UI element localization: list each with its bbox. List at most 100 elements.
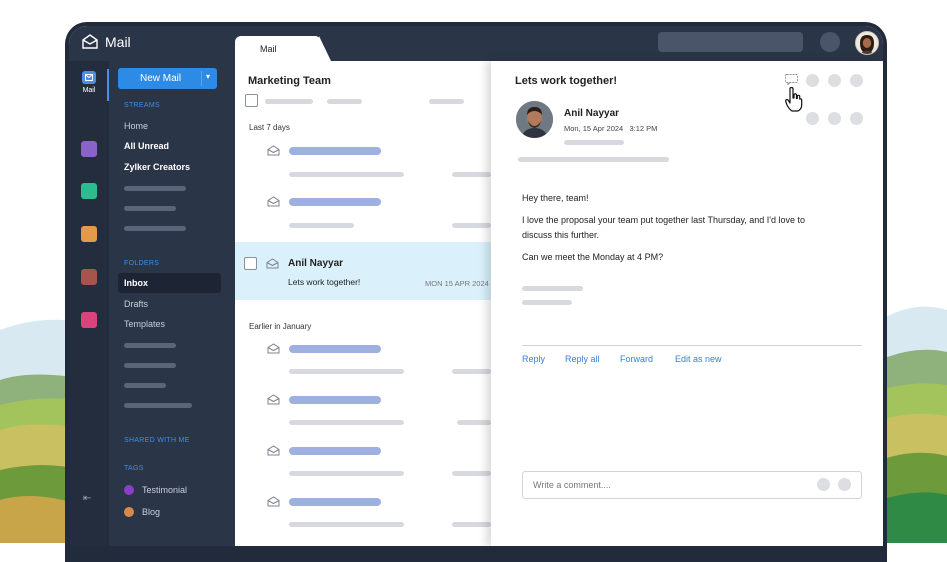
hand-cursor-icon <box>785 87 803 112</box>
reader-action-icon[interactable] <box>850 112 863 125</box>
actions-divider <box>522 345 862 346</box>
envelope-open-icon <box>267 343 280 354</box>
comment-input[interactable]: Write a comment.... <box>522 471 862 499</box>
tab-mail-label: Mail <box>260 44 277 54</box>
search-bar[interactable] <box>658 32 803 52</box>
reader-action-icon[interactable] <box>806 74 819 87</box>
rail-app-brown-icon[interactable] <box>81 269 97 285</box>
new-mail-label: New Mail <box>140 73 182 84</box>
stream-placeholder <box>124 206 176 211</box>
edit-as-new-link[interactable]: Edit as new <box>675 354 722 364</box>
message-row-placeholder[interactable] <box>289 345 381 353</box>
folder-placeholder <box>124 363 176 368</box>
user-avatar[interactable] <box>855 31 879 55</box>
new-mail-button[interactable]: New Mail ▾ <box>118 68 217 89</box>
reader-action-icon[interactable] <box>828 112 841 125</box>
streams-heading: STREAMS <box>124 102 160 109</box>
mail-logo-icon <box>82 34 98 49</box>
forward-link[interactable]: Forward <box>620 354 653 364</box>
tag-blog[interactable]: Blog <box>142 507 160 517</box>
reply-all-link[interactable]: Reply all <box>565 354 600 364</box>
email-body-greeting: Hey there, team! <box>522 193 589 203</box>
folder-placeholder <box>124 403 192 408</box>
rail-item-mail[interactable]: Mail <box>75 71 103 94</box>
sidebar-item-drafts[interactable]: Drafts <box>124 299 148 309</box>
select-all-checkbox[interactable] <box>245 94 258 107</box>
header-placeholder <box>518 157 669 162</box>
signature-placeholder <box>522 286 583 291</box>
message-row-placeholder <box>457 420 491 425</box>
toolbar-placeholder <box>265 99 313 104</box>
sidebar-item-all-unread[interactable]: All Unread <box>124 141 169 151</box>
message-row-placeholder[interactable] <box>289 498 381 506</box>
stream-placeholder <box>124 186 186 191</box>
sidebar-item-inbox[interactable]: Inbox <box>124 278 148 288</box>
comment-icon[interactable] <box>785 74 798 85</box>
list-title: Marketing Team <box>248 75 331 87</box>
message-row-placeholder <box>452 522 491 527</box>
rail-app-pink-icon[interactable] <box>81 312 97 328</box>
message-row-placeholder[interactable] <box>289 447 381 455</box>
rail-app-green-icon[interactable] <box>81 183 97 199</box>
folder-placeholder <box>124 343 176 348</box>
message-row-selected[interactable]: Anil Nayyar Lets work together! MON 15 A… <box>235 242 491 300</box>
folders-heading: FOLDERS <box>124 260 160 267</box>
tags-heading: TAGS <box>124 465 144 472</box>
tab-mail[interactable]: Mail <box>235 36 331 61</box>
sender-avatar[interactable] <box>516 101 553 138</box>
sidebar-item-templates[interactable]: Templates <box>124 319 165 329</box>
sent-date-value: Mon, 15 Apr 2024 <box>564 124 624 133</box>
message-row-placeholder[interactable] <box>289 147 381 155</box>
sidebar-item-zylker-creators[interactable]: Zylker Creators <box>124 162 190 172</box>
reply-link[interactable]: Reply <box>522 354 545 364</box>
notification-icon[interactable] <box>820 32 840 52</box>
envelope-open-icon <box>267 496 280 507</box>
message-row-placeholder <box>452 172 491 177</box>
reader-action-icon[interactable] <box>828 74 841 87</box>
recipient-placeholder <box>564 140 624 145</box>
send-icon[interactable] <box>838 478 851 491</box>
message-row-placeholder <box>289 420 404 425</box>
message-row-placeholder <box>452 369 491 374</box>
message-row-placeholder[interactable] <box>289 396 381 404</box>
message-row-placeholder <box>289 172 404 177</box>
message-row-placeholder <box>289 223 354 228</box>
envelope-open-icon <box>267 196 280 207</box>
message-sender: Anil Nayyar <box>288 258 344 269</box>
message-date: MON 15 APR 2024 <box>425 279 489 288</box>
envelope-open-icon <box>267 145 280 156</box>
email-body-line: I love the proposal your team put togeth… <box>522 215 806 225</box>
tag-blog-dot <box>124 507 134 517</box>
chevron-down-icon[interactable]: ▾ <box>206 72 210 81</box>
mail-icon <box>82 71 96 84</box>
stream-placeholder <box>124 226 186 231</box>
attach-icon[interactable] <box>817 478 830 491</box>
reading-pane: Lets work together! Anil Nayyar Mon, 15 … <box>491 61 883 546</box>
tag-testimonial-dot <box>124 485 134 495</box>
message-row-placeholder <box>289 471 404 476</box>
app-brand[interactable]: Mail <box>81 34 131 50</box>
app-title: Mail <box>105 34 131 50</box>
reader-action-icon[interactable] <box>850 74 863 87</box>
rail-app-orange-icon[interactable] <box>81 226 97 242</box>
message-subject: Lets work together! <box>288 277 361 287</box>
reader-action-icon[interactable] <box>806 112 819 125</box>
sidebar-item-home[interactable]: Home <box>124 121 148 131</box>
message-list: Marketing Team Last 7 days Anil Nayyar L… <box>235 61 491 546</box>
button-separator <box>201 71 202 86</box>
folder-placeholder <box>124 383 166 388</box>
email-body-line: discuss this further. <box>522 230 600 240</box>
message-row-placeholder[interactable] <box>289 198 381 206</box>
rail-app-purple-icon[interactable] <box>81 141 97 157</box>
collapse-sidebar-icon[interactable]: ⇤ <box>83 493 91 504</box>
toolbar-placeholder <box>327 99 362 104</box>
message-checkbox[interactable] <box>244 257 257 270</box>
tag-testimonial[interactable]: Testimonial <box>142 485 187 495</box>
envelope-open-icon <box>267 445 280 456</box>
message-row-placeholder <box>452 471 491 476</box>
sent-time-value: 3:12 PM <box>629 124 658 133</box>
sidebar: New Mail ▾ STREAMS Home All Unread Zylke… <box>109 61 235 546</box>
user-avatar-image <box>856 32 878 54</box>
sent-date: Mon, 15 Apr 2024 3:12 PM <box>564 124 657 133</box>
email-body-line: Can we meet the Monday at 4 PM? <box>522 252 664 262</box>
